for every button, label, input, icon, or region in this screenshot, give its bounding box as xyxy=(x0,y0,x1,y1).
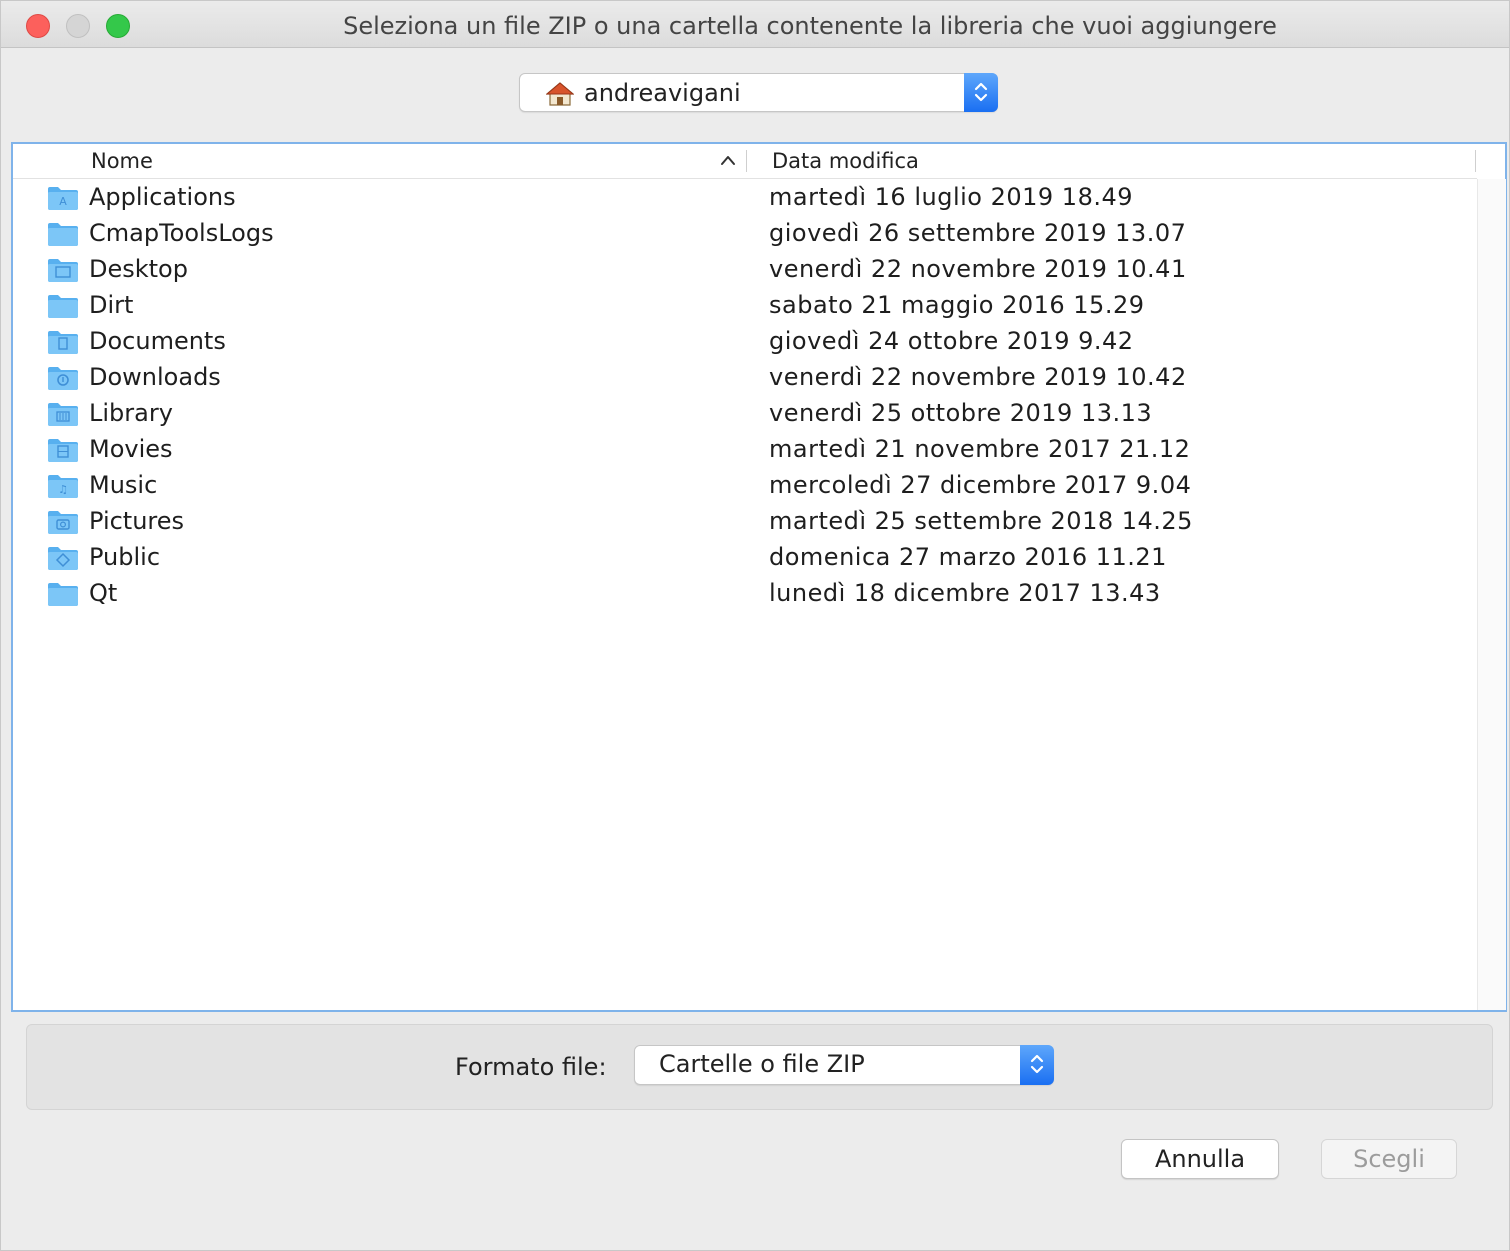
file-name: Applications xyxy=(89,183,236,211)
file-name: Library xyxy=(89,399,173,427)
file-name: CmapToolsLogs xyxy=(89,219,274,247)
file-row[interactable]: Library venerdì 25 ottobre 2019 13.13 xyxy=(13,396,1477,432)
home-icon xyxy=(546,82,574,106)
file-row[interactable]: Public domenica 27 marzo 2016 11.21 xyxy=(13,540,1477,576)
file-date: venerdì 22 novembre 2019 10.42 xyxy=(769,363,1187,391)
list-header: Nome Data modifica xyxy=(13,144,1477,179)
file-date: martedì 16 luglio 2019 18.49 xyxy=(769,183,1134,211)
desktop-folder-icon xyxy=(48,259,78,282)
cancel-button[interactable]: Annulla xyxy=(1121,1139,1279,1179)
column-header-date[interactable]: Data modifica xyxy=(772,149,919,173)
file-name: Downloads xyxy=(89,363,221,391)
location-value: andreavigani xyxy=(584,79,741,107)
format-stepper[interactable] xyxy=(1020,1045,1054,1085)
folder-icon xyxy=(48,583,78,606)
downloads-folder-icon xyxy=(48,367,78,390)
public-folder-icon xyxy=(48,547,78,570)
file-date: mercoledì 27 dicembre 2017 9.04 xyxy=(769,471,1192,499)
file-list[interactable]: Nome Data modifica A Applications martedì … xyxy=(11,142,1507,1012)
window-title: Seleziona un file ZIP o una cartella con… xyxy=(343,12,1277,40)
file-date: giovedì 26 settembre 2019 13.07 xyxy=(769,219,1187,247)
choose-button[interactable]: Scegli xyxy=(1321,1139,1457,1179)
file-row[interactable]: Pictures martedì 25 settembre 2018 14.25 xyxy=(13,504,1477,540)
chevron-updown-icon xyxy=(974,82,988,102)
file-name: Documents xyxy=(89,327,226,355)
file-row[interactable]: Dirt sabato 21 maggio 2016 15.29 xyxy=(13,288,1477,324)
column-divider[interactable] xyxy=(746,150,747,172)
location-dropdown[interactable]: andreavigani xyxy=(519,73,998,112)
format-value: Cartelle o file ZIP xyxy=(659,1050,865,1078)
movies-folder-icon xyxy=(48,439,78,462)
format-dropdown[interactable]: Cartelle o file ZIP xyxy=(634,1045,1054,1085)
file-row[interactable]: Downloads venerdì 22 novembre 2019 10.42 xyxy=(13,360,1477,396)
file-date: domenica 27 marzo 2016 11.21 xyxy=(769,543,1167,571)
sort-ascending-icon[interactable] xyxy=(720,154,736,166)
file-row[interactable]: Movies martedì 21 novembre 2017 21.12 xyxy=(13,432,1477,468)
applications-folder-icon: A xyxy=(48,187,78,210)
file-row[interactable]: Desktop venerdì 22 novembre 2019 10.41 xyxy=(13,252,1477,288)
file-date: martedì 21 novembre 2017 21.12 xyxy=(769,435,1191,463)
column-divider xyxy=(1475,150,1476,172)
file-row[interactable]: A Applications martedì 16 luglio 2019 18.4… xyxy=(13,180,1477,216)
title-bar[interactable]: Seleziona un file ZIP o una cartella con… xyxy=(1,1,1509,48)
close-window-button[interactable] xyxy=(26,14,50,38)
folder-icon xyxy=(48,223,78,246)
chevron-updown-icon xyxy=(1030,1054,1044,1074)
file-name: Movies xyxy=(89,435,173,463)
file-row[interactable]: ♫ Music mercoledì 27 dicembre 2017 9.04 xyxy=(13,468,1477,504)
file-name: Dirt xyxy=(89,291,134,319)
file-row[interactable]: CmapToolsLogs giovedì 26 settembre 2019 1… xyxy=(13,216,1477,252)
file-row[interactable]: Documents giovedì 24 ottobre 2019 9.42 xyxy=(13,324,1477,360)
file-row[interactable]: Qt lunedì 18 dicembre 2017 13.43 xyxy=(13,576,1477,612)
maximize-window-button[interactable] xyxy=(106,14,130,38)
svg-text:♫: ♫ xyxy=(58,483,68,496)
format-label: Formato file: xyxy=(455,1053,607,1081)
location-stepper[interactable] xyxy=(964,73,998,112)
file-name: Public xyxy=(89,543,161,571)
file-date: venerdì 25 ottobre 2019 13.13 xyxy=(769,399,1153,427)
file-date: sabato 21 maggio 2016 15.29 xyxy=(769,291,1145,319)
folder-icon xyxy=(48,295,78,318)
file-chooser-dialog: Seleziona un file ZIP o una cartella con… xyxy=(0,0,1510,1251)
file-name: Desktop xyxy=(89,255,188,283)
file-name: Pictures xyxy=(89,507,185,535)
music-folder-icon: ♫ xyxy=(48,475,78,498)
file-name: Qt xyxy=(89,579,118,607)
svg-text:A: A xyxy=(59,195,67,208)
file-date: martedì 25 settembre 2018 14.25 xyxy=(769,507,1193,535)
documents-folder-icon xyxy=(48,331,78,354)
column-header-name[interactable]: Nome xyxy=(91,149,153,173)
scrollbar[interactable] xyxy=(1477,179,1506,1010)
file-date: venerdì 22 novembre 2019 10.41 xyxy=(769,255,1187,283)
format-panel: Formato file: Cartelle o file ZIP xyxy=(26,1024,1493,1110)
library-folder-icon xyxy=(48,403,78,426)
file-date: giovedì 24 ottobre 2019 9.42 xyxy=(769,327,1134,355)
minimize-window-button[interactable] xyxy=(66,14,90,38)
pictures-folder-icon xyxy=(48,511,78,534)
file-date: lunedì 18 dicembre 2017 13.43 xyxy=(769,579,1161,607)
file-name: Music xyxy=(89,471,158,499)
